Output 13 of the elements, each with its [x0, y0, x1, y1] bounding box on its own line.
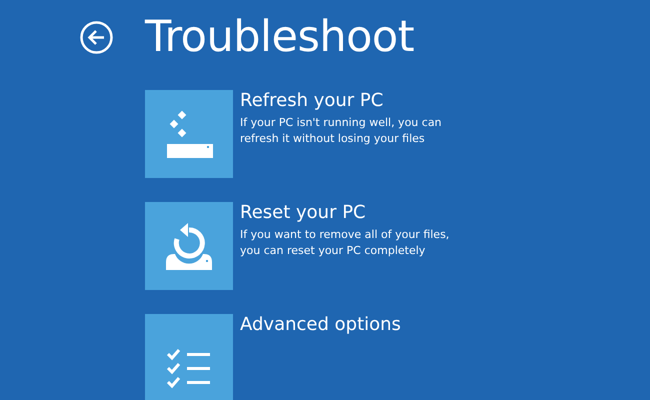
- option-title[interactable]: Reset your PC: [240, 202, 470, 223]
- option-tile[interactable]: [145, 314, 233, 400]
- option-description: If you want to remove all of your files, you can reset your PC completely: [240, 227, 450, 259]
- option-title[interactable]: Refresh your PC: [240, 90, 470, 111]
- option-title[interactable]: Advanced options: [240, 314, 401, 335]
- option-tile[interactable]: [145, 90, 233, 178]
- drive-icon: [165, 108, 213, 160]
- reset-icon: [166, 222, 212, 270]
- checklist-icon: [167, 347, 211, 389]
- page-title: Troubleshoot: [145, 12, 414, 62]
- option-tile[interactable]: [145, 202, 233, 290]
- option-description: If your PC isn't running well, you can refresh it without losing your files: [240, 115, 443, 147]
- back-button[interactable]: [80, 20, 113, 54]
